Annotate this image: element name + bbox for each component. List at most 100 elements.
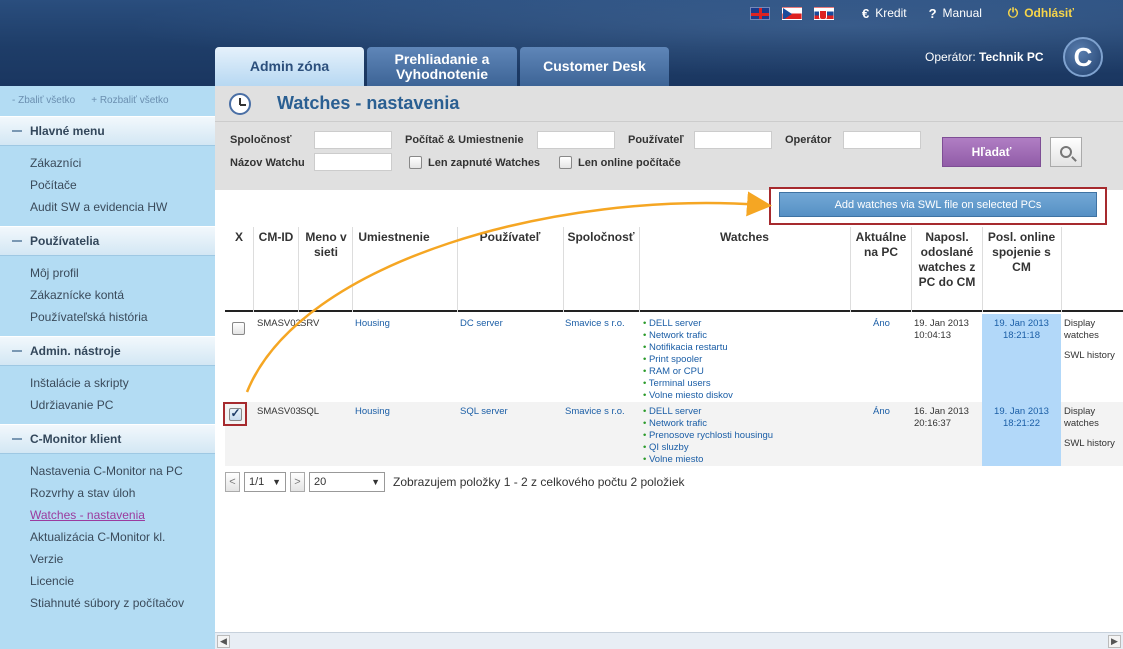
- per-page-select[interactable]: 20 ▼: [309, 472, 385, 492]
- only-enabled-filter[interactable]: Len zapnuté Watches: [409, 156, 540, 169]
- operator-filter-label: Operátor: [785, 134, 832, 146]
- next-page-button[interactable]: >: [290, 472, 305, 492]
- operator-input[interactable]: [843, 131, 921, 149]
- sidebar-item-pc-maintenance[interactable]: Udržiavanie PC: [30, 394, 215, 416]
- tab-customer-desk[interactable]: Customer Desk: [520, 47, 669, 86]
- col-header-watches[interactable]: Watches: [639, 230, 850, 245]
- col-header-company[interactable]: Spoločnosť: [563, 230, 639, 245]
- sidebar-section-users[interactable]: Používatelia: [0, 226, 215, 256]
- watch-link[interactable]: RAM or CPU: [643, 366, 733, 378]
- manual-link[interactable]: ? Manual: [929, 6, 982, 21]
- tab-review-evaluation[interactable]: Prehliadanie a Vyhodnotenie: [367, 47, 517, 86]
- sidebar-section-cmonitor-client[interactable]: C-Monitor klient: [0, 424, 215, 454]
- cell-user[interactable]: DC server: [460, 318, 503, 330]
- expand-all-link[interactable]: + Rozbaliť všetko: [91, 95, 168, 116]
- add-watches-highlight: Add watches via SWL file on selected PCs: [769, 187, 1107, 225]
- sidebar-item-customers[interactable]: Zákazníci: [30, 152, 215, 174]
- sidebar-item-licenses[interactable]: Licencie: [30, 570, 215, 592]
- only-enabled-checkbox[interactable]: [409, 156, 422, 169]
- col-header-last-sent[interactable]: Naposl. odoslané watches z PC do CM: [913, 230, 981, 290]
- row-select-checkbox[interactable]: [232, 322, 245, 335]
- cell-company[interactable]: Smavice s r.o.: [565, 318, 625, 330]
- horizontal-scrollbar[interactable]: ◀ ▶: [215, 632, 1123, 649]
- scroll-left-icon[interactable]: ◀: [217, 635, 230, 648]
- watch-link[interactable]: Terminal users: [643, 378, 733, 390]
- logout-link[interactable]: ⏻ Odhlásiť: [1008, 5, 1074, 21]
- english-flag-icon[interactable]: [750, 6, 770, 20]
- watch-link[interactable]: Print spooler: [643, 354, 733, 366]
- table-row[interactable]: SMASV02 SRV Housing DC server Smavice s …: [225, 314, 1123, 402]
- watch-link[interactable]: DELL server: [643, 318, 733, 330]
- sidebar-item-schedules[interactable]: Rozvrhy a stav úloh: [30, 482, 215, 504]
- slovak-flag-icon[interactable]: [814, 6, 834, 20]
- cell-user[interactable]: SQL server: [460, 406, 508, 418]
- watch-name-input[interactable]: [314, 153, 392, 171]
- table-header: X CM-ID Meno v sieti Umiestnenie Používa…: [225, 227, 1123, 312]
- euro-icon: €: [862, 5, 870, 21]
- only-online-filter[interactable]: Len online počítače: [559, 156, 681, 169]
- col-header-last-online[interactable]: Posl. online spojenie s CM: [982, 230, 1061, 275]
- sidebar-item-user-history[interactable]: Používateľská história: [30, 306, 215, 328]
- sidebar-item-cmonitor-settings[interactable]: Nastavenia C-Monitor na PC: [30, 460, 215, 482]
- collapse-icon: [12, 350, 22, 352]
- advanced-search-button[interactable]: [1050, 137, 1082, 167]
- cell-location[interactable]: Housing: [355, 318, 390, 330]
- credit-link[interactable]: € Kredit: [862, 6, 907, 21]
- watch-link[interactable]: Network trafic: [643, 330, 733, 342]
- col-header-network-name[interactable]: Meno v sieti: [301, 230, 351, 260]
- scroll-right-icon[interactable]: ▶: [1108, 635, 1121, 648]
- watch-link[interactable]: DELL server: [643, 406, 773, 418]
- table-row[interactable]: SMASV03 SQL Housing SQL server Smavice s…: [225, 402, 1123, 466]
- cell-network-name: SRV: [300, 318, 320, 329]
- sidebar-section-admin-tools[interactable]: Admin. nástroje: [0, 336, 215, 366]
- watch-name-label: Názov Watchu: [230, 157, 305, 169]
- col-header-location[interactable]: Umiestnenie: [352, 230, 436, 245]
- watch-link[interactable]: Prenosove rychlosti housingu: [643, 430, 773, 442]
- collapse-icon: [12, 240, 22, 242]
- col-header-user[interactable]: Používateľ: [457, 230, 563, 245]
- sidebar-item-customer-accounts[interactable]: Zákaznícke kontá: [30, 284, 215, 306]
- only-online-checkbox[interactable]: [559, 156, 572, 169]
- add-watches-swl-button[interactable]: Add watches via SWL file on selected PCs: [779, 192, 1097, 217]
- search-button[interactable]: Hľadať: [942, 137, 1041, 167]
- watch-link[interactable]: QI sluzby: [643, 442, 773, 454]
- user-input[interactable]: [694, 131, 772, 149]
- manual-label: Manual: [942, 6, 982, 20]
- sidebar-item-audit[interactable]: Audit SW a evidencia HW: [30, 196, 215, 218]
- sidebar-item-cmonitor-update[interactable]: Aktualizácia C-Monitor kl.: [30, 526, 215, 548]
- col-header-current[interactable]: Aktuálne na PC: [851, 230, 911, 260]
- watch-link[interactable]: Volne miesto diskov: [643, 390, 733, 402]
- row-select-checkbox-checked[interactable]: [228, 406, 242, 421]
- prev-page-button[interactable]: <: [225, 472, 240, 492]
- operator-label: Operátor:: [925, 50, 976, 64]
- swl-history-link[interactable]: SWL history: [1064, 438, 1122, 450]
- computer-location-input[interactable]: [537, 131, 615, 149]
- operator-info: Operátor: Technik PC: [925, 50, 1044, 64]
- czech-flag-icon[interactable]: [782, 6, 802, 20]
- cell-location[interactable]: Housing: [355, 406, 390, 418]
- sidebar-item-my-profile[interactable]: Môj profil: [30, 262, 215, 284]
- display-watches-link[interactable]: Display watches: [1064, 318, 1122, 342]
- cell-company[interactable]: Smavice s r.o.: [565, 406, 625, 418]
- sidebar-item-watches-settings[interactable]: Watches - nastavenia: [30, 504, 215, 526]
- section-title: Používatelia: [30, 234, 100, 248]
- watch-link[interactable]: Volne miesto: [643, 454, 773, 466]
- sidebar-item-versions[interactable]: Verzie: [30, 548, 215, 570]
- sidebar-item-downloaded-files[interactable]: Stiahnuté súbory z počítačov: [30, 592, 215, 614]
- sidebar-section-body: Inštalácie a skripty Udržiavanie PC: [0, 366, 215, 424]
- last-online-time: 18:21:22: [1003, 418, 1040, 429]
- watch-link[interactable]: Notifikacia restartu: [643, 342, 733, 354]
- sidebar-section-main-menu[interactable]: Hlavné menu: [0, 116, 215, 146]
- sidebar-item-computers[interactable]: Počítače: [30, 174, 215, 196]
- company-input[interactable]: [314, 131, 392, 149]
- display-watches-link[interactable]: Display watches: [1064, 406, 1122, 430]
- sidebar-item-installs-scripts[interactable]: Inštalácie a skripty: [30, 372, 215, 394]
- collapse-all-link[interactable]: - Zbaliť všetko: [12, 95, 75, 116]
- col-header-cmid[interactable]: CM-ID: [253, 230, 299, 245]
- last-online-time: 18:21:18: [1003, 330, 1040, 341]
- swl-history-link[interactable]: SWL history: [1064, 350, 1122, 362]
- tab-admin-zone[interactable]: Admin zóna: [215, 47, 364, 86]
- watch-link[interactable]: Network trafic: [643, 418, 773, 430]
- page-select[interactable]: 1/1 ▼: [244, 472, 286, 492]
- cmonitor-logo-icon: C: [1063, 37, 1103, 77]
